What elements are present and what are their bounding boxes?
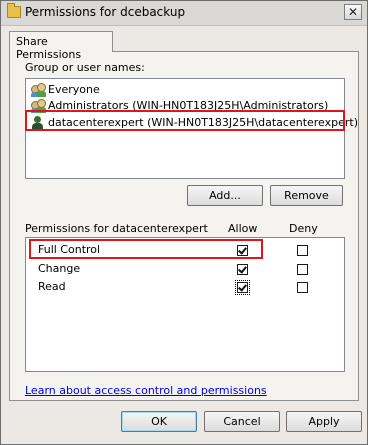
permissions-dialog: Permissions for dcebackup ✕ Share Permis…	[0, 0, 368, 445]
perm-row-change: Change	[26, 260, 344, 278]
deny-header: Deny	[289, 222, 318, 235]
selection-highlight-box	[25, 110, 345, 131]
allow-read-checkbox[interactable]	[235, 280, 250, 295]
remove-button[interactable]: Remove	[270, 185, 343, 206]
folder-icon	[7, 3, 21, 18]
close-button[interactable]: ✕	[344, 4, 362, 20]
tab-share-permissions[interactable]: Share Permissions	[9, 31, 113, 61]
deny-change-checkbox[interactable]	[297, 264, 308, 275]
deny-full-control-checkbox[interactable]	[297, 245, 308, 256]
list-item-everyone[interactable]: Everyone	[28, 82, 342, 98]
title-bar: Permissions for dcebackup ✕	[1, 1, 367, 26]
perm-name: Change	[38, 262, 81, 275]
group-list-label: Group or user names:	[25, 61, 145, 74]
apply-button[interactable]: Apply	[286, 411, 362, 432]
permissions-label: Permissions for datacenterexpert	[25, 222, 208, 235]
group-icon	[31, 83, 46, 97]
full-control-highlight-box	[29, 239, 263, 259]
perm-name: Read	[38, 280, 66, 293]
allow-header: Allow	[228, 222, 258, 235]
cancel-button[interactable]: Cancel	[204, 411, 280, 432]
list-item-label: Everyone	[48, 83, 100, 96]
allow-change-checkbox[interactable]	[237, 264, 248, 275]
access-control-help-link[interactable]: Learn about access control and permissio…	[25, 384, 267, 397]
ok-button[interactable]: OK	[121, 411, 197, 432]
window-title: Permissions for dcebackup	[25, 5, 186, 19]
perm-row-read: Read	[26, 278, 344, 296]
deny-read-checkbox[interactable]	[297, 282, 308, 293]
add-button[interactable]: Add...	[187, 185, 263, 206]
